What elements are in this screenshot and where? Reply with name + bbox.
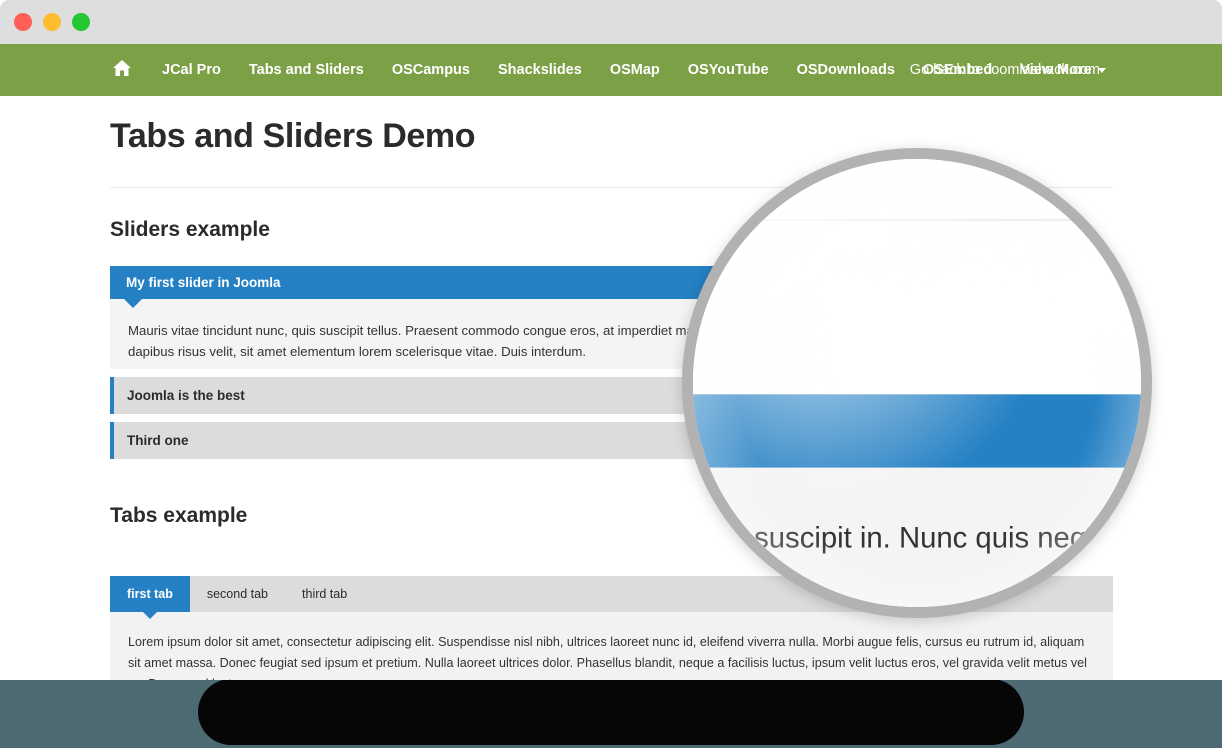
nav-item-osmap[interactable]: OSMap (596, 44, 674, 96)
go-back-label: Go back to Joomlashack.com (909, 62, 1100, 78)
nav-right: Go back to Joomlashack.com (896, 44, 1222, 96)
close-window-button[interactable] (14, 13, 32, 31)
slider-title: Third one (127, 433, 189, 448)
tab-panel: Lorem ipsum dolor sit amet, consectetur … (110, 612, 1113, 680)
tab-label: first tab (127, 587, 173, 601)
traffic-lights (14, 13, 90, 31)
screenshot-root: JCal Pro Tabs and Sliders OSCampus Shack… (0, 0, 1222, 748)
nav-item-oscampus[interactable]: OSCampus (378, 44, 484, 96)
nav-item-osyoutube[interactable]: OSYouTube (674, 44, 783, 96)
magnifier-lens: Tabs and Sliders Demo Sliders example My… (682, 148, 1152, 618)
tab-label: second tab (206, 587, 269, 601)
tab-second[interactable]: second tab (190, 576, 285, 612)
slider-title: My first slider in Joomla (126, 275, 281, 290)
magnifier-scene: Tabs and Sliders Demo Sliders example My… (693, 159, 1144, 607)
footer-pill (198, 679, 1024, 745)
magnified-sliders-group: My first slider in Joomla Mauris vitae t… (693, 394, 1144, 607)
page-title: Tabs and Sliders Demo (110, 117, 476, 155)
nav-item-home[interactable] (112, 44, 148, 96)
slider-pointer-icon (124, 299, 142, 308)
magnified-sliders-heading: Sliders example (693, 288, 1141, 341)
nav-label: Shackslides (497, 62, 582, 78)
nav-item-osdownloads[interactable]: OSDownloads (783, 44, 909, 96)
magnified-page-content: Tabs and Sliders Demo Sliders example My… (693, 159, 1144, 607)
nav-item-tabs-and-sliders[interactable]: Tabs and Sliders (235, 44, 378, 96)
nav-label: JCal Pro (162, 62, 221, 78)
main-navbar: JCal Pro Tabs and Sliders OSCampus Shack… (0, 44, 1222, 96)
maximize-window-button[interactable] (72, 13, 90, 31)
magnified-slider-body-text: Mauris vitae tincidunt nunc, quis suscip… (693, 520, 1144, 555)
tab-panel-text: Lorem ipsum dolor sit amet, consectetur … (128, 635, 1087, 680)
nav-label: OSDownloads (796, 62, 895, 78)
magnified-slider-body: Mauris vitae tincidunt nunc, quis suscip… (693, 467, 1144, 607)
minimize-window-button[interactable] (43, 13, 61, 31)
nav-item-shackslides[interactable]: Shackslides (484, 44, 596, 96)
nav-label: OSMap (609, 62, 660, 78)
tab-pointer-icon (142, 612, 157, 619)
slider-title: Joomla is the best (127, 388, 245, 403)
go-back-link[interactable]: Go back to Joomlashack.com (896, 44, 1114, 96)
magnified-title-divider (693, 218, 1141, 222)
tab-label: third tab (302, 587, 348, 601)
nav-label: OSCampus (391, 62, 470, 78)
home-icon (112, 46, 132, 76)
nav-label: Tabs and Sliders (248, 62, 364, 78)
tab-first[interactable]: first tab (110, 576, 190, 619)
nav-label: OSYouTube (687, 62, 769, 78)
window-titlebar (0, 0, 1222, 44)
nav-item-jcal-pro[interactable]: JCal Pro (148, 44, 235, 96)
magnified-slider-header-open: My first slider in Joomla (693, 394, 1141, 468)
tab-third[interactable]: third tab (285, 576, 364, 612)
